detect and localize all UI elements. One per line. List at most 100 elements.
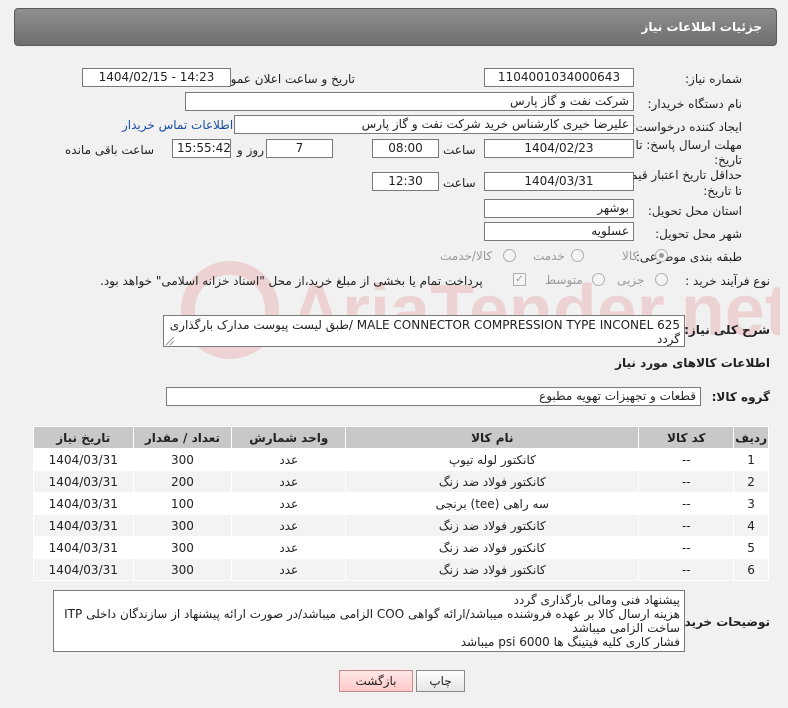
- back-button[interactable]: بازگشت: [339, 670, 413, 692]
- description-textarea: MALE CONNECTOR COMPRESSION TYPE INCONEL …: [163, 315, 685, 347]
- price-date-field: 1404/03/31: [484, 172, 634, 191]
- process-option-medium: متوسط: [545, 273, 583, 287]
- cell-code: --: [638, 536, 735, 559]
- col-header-unit: واحد شمارش: [231, 426, 347, 449]
- header-panel: جزئیات اطلاعات نیاز: [14, 8, 777, 46]
- buyer-contact-link[interactable]: اطلاعات تماس خریدار: [122, 118, 233, 132]
- table-row: 5 -- کانکتور فولاد ضد زنگ عدد 300 1404/0…: [33, 536, 769, 559]
- cell-row-num: 3: [733, 492, 769, 515]
- goods-info-title: اطلاعات کالاهای مورد نیاز: [615, 356, 770, 370]
- cell-row-num: 1: [733, 448, 769, 471]
- col-header-qty: تعداد / مقدار: [132, 426, 233, 449]
- col-header-row-num: ردیف: [733, 426, 769, 449]
- reply-time-label: ساعت: [443, 143, 476, 157]
- creator-field: علیرضا خیری کارشناس خرید شرکت نفت و گاز …: [234, 115, 634, 134]
- announce-field: 1404/02/15 - 14:23: [82, 68, 231, 87]
- table-row: 1 -- کانکتور لوله تیوپ عدد 300 1404/03/3…: [33, 448, 769, 471]
- category-option-both: کالا/خدمت: [440, 249, 493, 263]
- cell-qty: 300: [132, 448, 233, 471]
- remaining-time-field: 15:55:42: [172, 139, 231, 158]
- treasury-note: پرداخت تمام یا بخشی از مبلغ خرید،از محل …: [100, 274, 483, 288]
- goods-group-label: گروه کالا:: [711, 390, 770, 404]
- cell-name: کانکتور فولاد ضد زنگ: [345, 514, 640, 537]
- print-button[interactable]: چاپ: [416, 670, 465, 692]
- province-label: استان محل تحویل:: [647, 204, 742, 218]
- treasury-checkbox[interactable]: ✓: [513, 273, 526, 286]
- category-option-service: خدمت: [533, 249, 565, 263]
- col-header-code: کد کالا: [638, 426, 735, 449]
- cell-unit: عدد: [231, 558, 347, 581]
- need-number-label: شماره نیاز:: [685, 72, 742, 86]
- remaining-time-label: ساعت باقی مانده: [65, 143, 155, 157]
- cell-unit: عدد: [231, 470, 347, 493]
- cell-unit: عدد: [231, 536, 347, 559]
- cell-qty: 200: [132, 470, 233, 493]
- cell-code: --: [638, 492, 735, 515]
- category-option-goods: کالا: [622, 249, 639, 263]
- days-label: روز و: [237, 143, 264, 157]
- cell-row-num: 2: [733, 470, 769, 493]
- process-radio-minor[interactable]: [655, 273, 668, 286]
- cell-date: 1404/03/31: [33, 536, 134, 559]
- description-label: شرح کلی نیاز:: [684, 323, 770, 337]
- buyer-org-field: شرکت نفت و گاز پارس: [185, 92, 634, 111]
- cell-row-num: 4: [733, 514, 769, 537]
- price-time-label: ساعت: [443, 176, 476, 190]
- announce-label: تاریخ و ساعت اعلان عمومی:: [210, 72, 355, 86]
- buyer-notes-line: هزینه ارسال کالا بر عهده فروشنده میباشد/…: [64, 607, 680, 635]
- table-row: 3 -- سه راهی (tee) برنجی عدد 100 1404/03…: [33, 492, 769, 515]
- reply-deadline-label-2: تاریخ:: [714, 153, 742, 167]
- buyer-org-label: نام دستگاه خریدار:: [647, 97, 743, 111]
- buyer-notes-line: فشار کاری کلیه فیتینگ ها psi 6000 میباشد: [460, 635, 680, 649]
- watermark-logo: AriaTender.net: [181, 261, 780, 359]
- cell-name: کانکتور فولاد ضد زنگ: [345, 470, 640, 493]
- cell-qty: 300: [132, 558, 233, 581]
- goods-group-field: قطعات و تجهیزات تهویه مطبوع: [166, 387, 701, 406]
- table-row: 4 -- کانکتور فولاد ضد زنگ عدد 300 1404/0…: [33, 514, 769, 537]
- reply-time-field: 08:00: [372, 139, 439, 158]
- need-number-field: 1104001034000643: [484, 68, 634, 87]
- cell-date: 1404/03/31: [33, 558, 134, 581]
- table-row: 2 -- کانکتور فولاد ضد زنگ عدد 200 1404/0…: [33, 470, 769, 493]
- cell-qty: 300: [132, 514, 233, 537]
- category-label: طبقه بندی موضوعی:: [635, 250, 742, 264]
- buyer-notes-line: پیشنهاد فنی ومالی بارگذاری گردد: [513, 593, 680, 607]
- cell-name: سه راهی (tee) برنجی: [345, 492, 640, 515]
- buyer-notes-textarea: پیشنهاد فنی ومالی بارگذاری گردد هزینه ار…: [53, 590, 685, 652]
- cell-qty: 100: [132, 492, 233, 515]
- category-radio-service[interactable]: [571, 249, 584, 262]
- table-row: 6 -- کانکتور فولاد ضد زنگ عدد 300 1404/0…: [33, 558, 769, 581]
- cell-name: کانکتور فولاد ضد زنگ: [345, 536, 640, 559]
- process-option-minor: جزیی: [617, 273, 645, 287]
- price-validity-label-2: تا تاریخ:: [703, 184, 742, 198]
- city-label: شهر محل تحویل:: [655, 227, 742, 241]
- cell-code: --: [638, 448, 735, 471]
- cell-date: 1404/03/31: [33, 448, 134, 471]
- resize-grip-icon[interactable]: [166, 337, 174, 345]
- col-header-date: تاریخ نیاز: [33, 426, 134, 449]
- price-time-field: 12:30: [372, 172, 439, 191]
- cell-row-num: 5: [733, 536, 769, 559]
- price-validity-label: حداقل تاریخ اعتبار قیمت:: [615, 168, 742, 182]
- process-radio-medium[interactable]: [592, 273, 605, 286]
- cell-code: --: [638, 558, 735, 581]
- cell-date: 1404/03/31: [33, 492, 134, 515]
- cell-date: 1404/03/31: [33, 470, 134, 493]
- cell-unit: عدد: [231, 448, 347, 471]
- cell-unit: عدد: [231, 492, 347, 515]
- cell-name: کانکتور فولاد ضد زنگ: [345, 558, 640, 581]
- items-table: ردیف کد کالا نام کالا واحد شمارش تعداد /…: [33, 426, 769, 581]
- process-label: نوع فرآیند خرید :: [685, 274, 770, 288]
- category-radio-goods[interactable]: [655, 249, 668, 262]
- province-field: بوشهر: [484, 199, 634, 218]
- cell-unit: عدد: [231, 514, 347, 537]
- cell-name: کانکتور لوله تیوپ: [345, 448, 640, 471]
- reply-deadline-label: مهلت ارسال پاسخ: تا: [635, 138, 742, 152]
- category-radio-both[interactable]: [503, 249, 516, 262]
- col-header-name: نام کالا: [345, 426, 640, 449]
- days-field: 7: [266, 139, 333, 158]
- cell-qty: 300: [132, 536, 233, 559]
- table-header-row: ردیف کد کالا نام کالا واحد شمارش تعداد /…: [33, 426, 769, 449]
- description-text: MALE CONNECTOR COMPRESSION TYPE INCONEL …: [169, 318, 680, 346]
- cell-date: 1404/03/31: [33, 514, 134, 537]
